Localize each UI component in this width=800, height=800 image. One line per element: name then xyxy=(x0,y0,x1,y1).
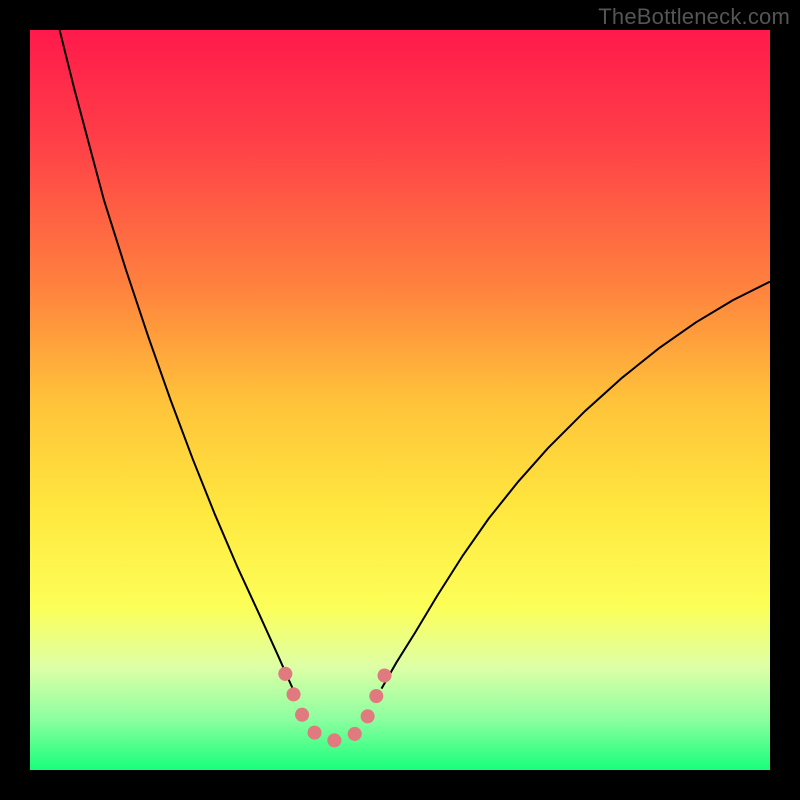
chart-plot xyxy=(30,30,770,770)
watermark-text: TheBottleneck.com xyxy=(598,4,790,30)
chart-background xyxy=(30,30,770,770)
chart-frame: TheBottleneck.com xyxy=(0,0,800,800)
